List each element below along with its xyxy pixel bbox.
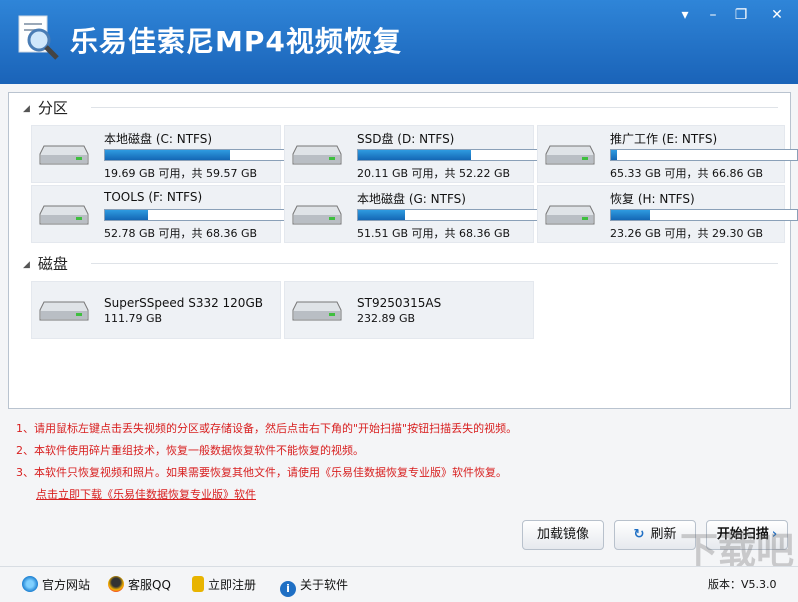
refresh-label: 刷新	[650, 527, 677, 542]
about-link[interactable]: i 关于软件	[280, 576, 348, 597]
usage-bar	[357, 149, 545, 161]
hard-drive-icon	[545, 205, 595, 225]
hard-drive-icon	[545, 145, 595, 165]
partition-item[interactable]: 恢复 (H: NTFS) 23.26 GB 可用，共 29.30 GB	[537, 185, 798, 243]
partition-name: SSD盘 (D: NTFS)	[357, 132, 455, 146]
title-bar: 乐易佳索尼MP4视频恢复 ▾ – ❐ ✕	[0, 0, 798, 84]
hard-drive-icon	[292, 145, 342, 165]
partition-size: 20.11 GB 可用，共 52.22 GB	[357, 167, 511, 180]
hard-drive-icon	[292, 301, 342, 321]
official-website-label: 官方网站	[42, 578, 91, 592]
footer-bar: 官方网站 客服QQ 立即注册 i 关于软件 版本：V5.3.0	[0, 566, 798, 602]
disks-header-label: 磁盘	[37, 255, 68, 273]
section-divider	[91, 263, 778, 264]
restore-button[interactable]: ❐	[732, 6, 750, 24]
disk-item[interactable]: ST9250315AS 232.89 GB	[284, 281, 534, 339]
hard-drive-icon	[292, 205, 342, 225]
usage-bar	[104, 149, 292, 161]
partition-item[interactable]: 本地磁盘 (G: NTFS) 51.51 GB 可用，共 68.36 GB	[284, 185, 545, 243]
official-website-link[interactable]: 官方网站	[22, 576, 90, 593]
key-icon	[192, 576, 204, 592]
info-icon: i	[280, 581, 296, 597]
partition-size: 52.78 GB 可用，共 68.36 GB	[104, 227, 258, 240]
collapse-triangle-icon: ◢	[23, 104, 30, 114]
app-title: 乐易佳索尼MP4视频恢复	[70, 25, 402, 58]
partition-item[interactable]: 推广工作 (E: NTFS) 65.33 GB 可用，共 66.86 GB	[537, 125, 798, 183]
version-info: 版本：V5.3.0	[708, 576, 777, 592]
about-label: 关于软件	[300, 578, 349, 592]
disk-item[interactable]: SuperSSpeed S332 120GB 111.79 GB	[31, 281, 281, 339]
partition-item[interactable]: TOOLS (F: NTFS) 52.78 GB 可用，共 68.36 GB	[31, 185, 292, 243]
support-qq-link[interactable]: 客服QQ	[108, 576, 171, 593]
disk-name: SuperSSpeed S332 120GB	[104, 296, 263, 310]
version-number: V5.3.0	[741, 578, 777, 591]
app-logo-icon	[18, 15, 59, 60]
refresh-icon: ↻	[633, 527, 645, 542]
partition-name: 推广工作 (E: NTFS)	[610, 132, 718, 146]
note-line-2: 2、本软件使用碎片重组技术，恢复一般数据恢复软件不能恢复的视频。	[16, 444, 364, 457]
partition-size: 23.26 GB 可用，共 29.30 GB	[610, 227, 764, 240]
minimize-button[interactable]: –	[704, 6, 722, 24]
partition-name: 恢复 (H: NTFS)	[610, 192, 695, 206]
register-label: 立即注册	[208, 578, 257, 592]
usage-bar	[610, 149, 798, 161]
disk-name: ST9250315AS	[357, 296, 442, 310]
partition-item[interactable]: SSD盘 (D: NTFS) 20.11 GB 可用，共 52.22 GB	[284, 125, 545, 183]
section-divider	[91, 107, 778, 108]
qq-penguin-icon	[108, 576, 124, 592]
menu-dropdown-button[interactable]: ▾	[676, 6, 694, 24]
partitions-header[interactable]: ◢ 分区	[23, 97, 68, 118]
usage-bar	[610, 209, 798, 221]
collapse-triangle-icon: ◢	[23, 260, 30, 270]
register-link[interactable]: 立即注册	[192, 576, 256, 593]
close-button[interactable]: ✕	[768, 6, 786, 24]
partitions-header-label: 分区	[37, 99, 68, 117]
disk-size: 111.79 GB	[104, 312, 163, 325]
instructions: 1、请用鼠标左键点击丢失视频的分区或存储设备，然后点击右下角的"开始扫描"按钮扫…	[16, 418, 517, 506]
version-label: 版本：	[708, 578, 741, 591]
disks-header[interactable]: ◢ 磁盘	[23, 253, 68, 274]
hard-drive-icon	[39, 205, 89, 225]
device-panel: ◢ 分区 本地磁盘 (C: NTFS) 19.69 GB 可用，共 59.57 G…	[8, 92, 798, 409]
note-line-3: 3、本软件只恢复视频和照片。如果需要恢复其他文件，请使用《乐易佳数据恢复专业版》…	[16, 466, 507, 479]
hard-drive-icon	[39, 301, 89, 321]
load-image-button[interactable]: 加载镜像	[522, 520, 604, 550]
hard-drive-icon	[39, 145, 89, 165]
partition-name: 本地磁盘 (C: NTFS)	[104, 132, 213, 146]
partition-item[interactable]: 本地磁盘 (C: NTFS) 19.69 GB 可用，共 59.57 GB	[31, 125, 292, 183]
partition-name: 本地磁盘 (G: NTFS)	[357, 192, 466, 206]
partition-size: 51.51 GB 可用，共 68.36 GB	[357, 227, 511, 240]
usage-bar	[104, 209, 292, 221]
support-qq-label: 客服QQ	[128, 578, 171, 592]
partition-size: 65.33 GB 可用，共 66.86 GB	[610, 167, 764, 180]
partition-name: TOOLS (F: NTFS)	[104, 190, 203, 204]
partition-size: 19.69 GB 可用，共 59.57 GB	[104, 167, 258, 180]
usage-bar	[357, 209, 545, 221]
note-line-1: 1、请用鼠标左键点击丢失视频的分区或存储设备，然后点击右下角的"开始扫描"按钮扫…	[16, 422, 518, 435]
ie-browser-icon	[22, 576, 38, 592]
disk-size: 232.89 GB	[357, 312, 416, 325]
download-pro-link[interactable]: 点击立即下载《乐易佳数据恢复专业版》软件	[36, 488, 256, 501]
